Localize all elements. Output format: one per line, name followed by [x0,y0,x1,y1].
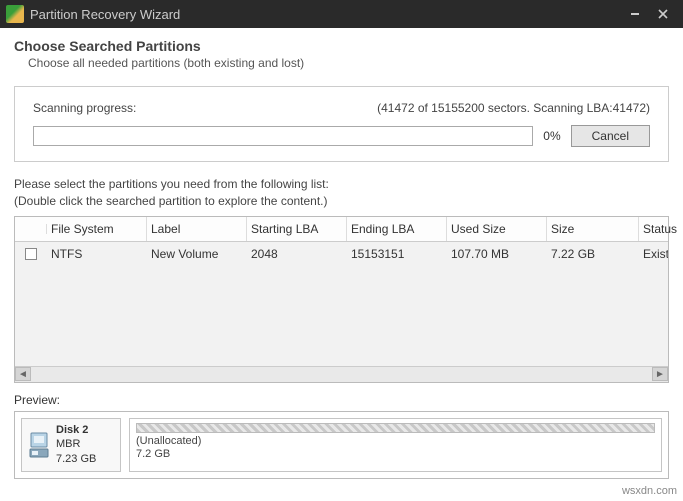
window-title: Partition Recovery Wizard [30,7,621,22]
cancel-button[interactable]: Cancel [571,125,650,147]
disk-text: Disk 2 MBR 7.23 GB [56,423,96,468]
cell-label: New Volume [147,242,247,266]
scanning-panel: Scanning progress: (41472 of 15155200 se… [14,86,669,162]
col-status[interactable]: Status [639,217,683,241]
disk-name: Disk 2 [56,423,96,438]
scan-progress-bar [33,126,533,146]
preview-panel: Disk 2 MBR 7.23 GB (Unallocated) 7.2 GB [14,411,669,480]
main-content: Choose Searched Partitions Choose all ne… [0,28,683,479]
disk-info-box[interactable]: Disk 2 MBR 7.23 GB [21,418,121,473]
instruction-line-1: Please select the partitions you need fr… [14,176,669,193]
cell-size: 7.22 GB [547,242,639,266]
page-title: Choose Searched Partitions [14,38,669,54]
table-row[interactable]: NTFS New Volume 2048 15153151 107.70 MB … [15,242,668,266]
scan-percent: 0% [543,129,560,143]
page-subtitle: Choose all needed partitions (both exist… [28,56,669,70]
scroll-right-icon[interactable]: ► [652,367,668,381]
disk-icon [28,429,50,461]
minimize-button[interactable] [621,4,649,24]
col-ending-lba[interactable]: Ending LBA [347,217,447,241]
scanning-status: (41472 of 15155200 sectors. Scanning LBA… [377,101,650,115]
col-label[interactable]: Label [147,217,247,241]
cell-ending-lba: 15153151 [347,242,447,266]
partition-list: File System Label Starting LBA Ending LB… [14,216,669,383]
col-filesystem[interactable]: File System [47,217,147,241]
close-button[interactable] [649,4,677,24]
scroll-left-icon[interactable]: ◄ [15,367,31,381]
list-instruction: Please select the partitions you need fr… [14,176,669,210]
horizontal-scrollbar[interactable]: ◄ ► [15,366,668,382]
col-used-size[interactable]: Used Size [447,217,547,241]
cell-starting-lba: 2048 [247,242,347,266]
scanning-label: Scanning progress: [33,101,136,115]
disk-size: 7.23 GB [56,452,96,467]
partition-bar-box[interactable]: (Unallocated) 7.2 GB [129,418,662,473]
cell-used-size: 107.70 MB [447,242,547,266]
cell-status: Exist [639,242,668,266]
row-checkbox[interactable] [25,248,37,260]
col-checkbox[interactable] [15,224,47,234]
preview-label: Preview: [14,393,669,407]
watermark: wsxdn.com [622,485,677,497]
partition-bar [136,423,655,433]
list-header: File System Label Starting LBA Ending LB… [15,217,668,242]
col-starting-lba[interactable]: Starting LBA [247,217,347,241]
partition-size: 7.2 GB [136,448,655,462]
partition-name: (Unallocated) [136,435,655,449]
cell-filesystem: NTFS [47,242,147,266]
titlebar: Partition Recovery Wizard [0,0,683,28]
instruction-line-2: (Double click the searched partition to … [14,193,669,210]
col-size[interactable]: Size [547,217,639,241]
app-icon [6,5,24,23]
list-body: NTFS New Volume 2048 15153151 107.70 MB … [15,242,668,366]
disk-scheme: MBR [56,437,96,452]
